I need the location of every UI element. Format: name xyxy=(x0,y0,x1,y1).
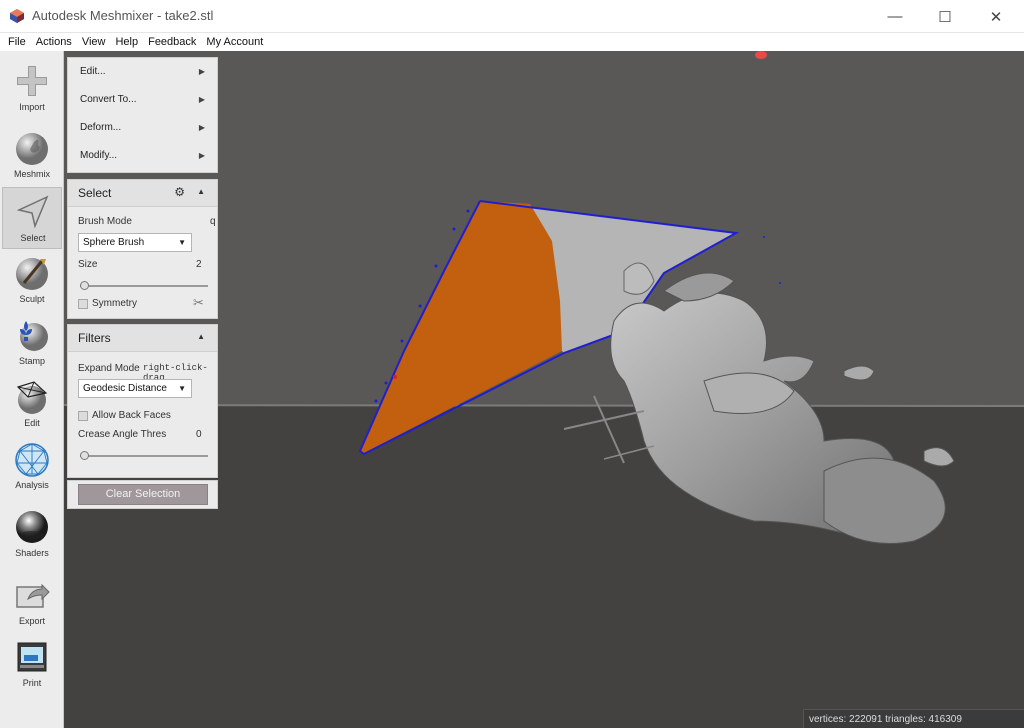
chevron-down-icon: ▼ xyxy=(178,238,186,247)
meshmixer-logo-icon xyxy=(10,9,24,23)
menu-deform[interactable]: Deform... ▶ xyxy=(68,114,217,142)
pivot-marker xyxy=(755,51,767,59)
symmetry-label: Symmetry xyxy=(92,298,137,309)
menu-help[interactable]: Help xyxy=(110,33,143,51)
submenu-arrow-icon: ▶ xyxy=(198,123,205,132)
tool-sculpt-label: Sculpt xyxy=(19,294,45,304)
collapse-icon[interactable]: ▲ xyxy=(197,187,205,196)
printer-icon xyxy=(17,642,47,672)
tool-print-label: Print xyxy=(22,678,42,688)
menu-file[interactable]: File xyxy=(3,33,31,51)
size-label: Size xyxy=(78,259,98,270)
maximize-button[interactable]: ☐ xyxy=(922,0,968,33)
title-bar: Autodesk Meshmixer - take2.stl — ☐ ✕ xyxy=(0,0,1024,33)
allow-back-faces-checkbox[interactable] xyxy=(78,411,88,421)
collapse-icon[interactable]: ▲ xyxy=(197,332,205,341)
selection-seed-point xyxy=(393,375,397,379)
bunny-sphere-icon xyxy=(16,133,48,165)
tool-analysis-label: Analysis xyxy=(15,480,49,490)
plus-icon xyxy=(17,66,47,96)
menu-view[interactable]: View xyxy=(77,33,111,51)
size-slider-thumb[interactable] xyxy=(80,281,89,290)
mesh-stats: vertices: 222091 triangles: 416309 xyxy=(803,709,1024,728)
gear-icon[interactable]: ⚙ xyxy=(174,185,185,199)
chevron-down-icon: ▼ xyxy=(178,384,186,393)
menu-edit-label: Edit... xyxy=(80,66,106,77)
wireframe-sphere-icon xyxy=(16,381,48,414)
menu-convert-label: Convert To... xyxy=(80,94,137,105)
brush-mode-dropdown[interactable]: Sphere Brush ▼ xyxy=(78,233,192,252)
menu-edit[interactable]: Edit... ▶ xyxy=(68,58,217,86)
menu-my-account[interactable]: My Account xyxy=(201,33,268,51)
menu-deform-label: Deform... xyxy=(80,122,122,133)
arrow-cursor-icon xyxy=(16,195,49,229)
tool-import-label: Import xyxy=(19,102,45,112)
tool-edit[interactable]: Edit xyxy=(2,373,62,435)
tool-select-label: Select xyxy=(20,233,46,243)
submenu-arrow-icon: ▶ xyxy=(198,95,205,104)
crease-angle-slider[interactable] xyxy=(80,451,208,460)
size-slider[interactable] xyxy=(80,281,208,290)
allow-back-faces-label: Allow Back Faces xyxy=(92,410,171,421)
tool-shaders[interactable]: Shaders xyxy=(2,503,62,565)
tool-meshmix[interactable]: Meshmix xyxy=(2,124,62,186)
window-title: Autodesk Meshmixer - take2.stl xyxy=(32,8,214,23)
expand-mode-label: Expand Mode xyxy=(78,363,140,374)
tool-meshmix-label: Meshmix xyxy=(13,169,50,179)
tool-stamp[interactable]: Stamp xyxy=(2,311,62,373)
expand-mode-value: Geodesic Distance xyxy=(83,383,167,394)
tool-print[interactable]: Print xyxy=(2,633,62,695)
tool-sculpt[interactable]: Sculpt xyxy=(2,249,62,311)
brush-mode-label: Brush Mode xyxy=(78,216,132,227)
select-panel: Select ⚙ ▲ Brush Mode q Sphere Brush ▼ S… xyxy=(67,179,218,319)
menu-modify-label: Modify... xyxy=(80,150,118,161)
tool-export-label: Export xyxy=(18,616,45,626)
expand-mode-dropdown[interactable]: Geodesic Distance ▼ xyxy=(78,379,192,398)
fleur-stamp-icon xyxy=(20,321,48,351)
tool-select[interactable]: Select xyxy=(2,187,62,249)
brush-mode-value: Sphere Brush xyxy=(83,237,145,248)
menu-feedback[interactable]: Feedback xyxy=(143,33,201,51)
submenu-arrow-icon: ▶ xyxy=(198,67,205,76)
brush-mode-hotkey: q xyxy=(210,216,216,227)
clear-selection-panel: Clear Selection xyxy=(67,480,218,509)
filters-panel-header[interactable]: Filters ▲ xyxy=(68,325,217,352)
tool-stamp-label: Stamp xyxy=(18,356,45,366)
menu-bar: File Actions View Help Feedback My Accou… xyxy=(0,33,1024,51)
menu-modify[interactable]: Modify... ▶ xyxy=(68,142,217,170)
export-folder-icon xyxy=(16,583,50,608)
wrench-icon[interactable]: ✂ xyxy=(193,295,204,311)
brush-icon xyxy=(16,258,48,290)
size-value: 2 xyxy=(196,259,202,270)
mesh-sphere-icon xyxy=(15,443,49,477)
crease-angle-value: 0 xyxy=(196,429,202,440)
action-menu-panel: Edit... ▶ Convert To... ▶ Deform... ▶ Modif… xyxy=(67,57,218,173)
close-button[interactable]: ✕ xyxy=(973,0,1019,33)
filters-panel-title: Filters xyxy=(78,331,111,345)
select-panel-title: Select xyxy=(78,186,112,200)
menu-convert-to[interactable]: Convert To... ▶ xyxy=(68,86,217,114)
minimize-button[interactable]: — xyxy=(872,0,918,33)
submenu-arrow-icon: ▶ xyxy=(198,151,205,160)
tool-import[interactable]: Import xyxy=(2,57,62,119)
filters-panel: Filters ▲ Expand Mode right-click-drag G… xyxy=(67,324,218,478)
crease-angle-slider-thumb[interactable] xyxy=(80,451,89,460)
menu-actions[interactable]: Actions xyxy=(31,33,77,51)
tool-edit-label: Edit xyxy=(24,418,40,428)
symmetry-checkbox[interactable] xyxy=(78,299,88,309)
chrome-sphere-icon xyxy=(16,511,48,543)
clear-selection-button[interactable]: Clear Selection xyxy=(78,484,208,505)
crease-angle-label: Crease Angle Thres xyxy=(78,429,167,440)
tool-sidebar: Import Meshmix Select Sculpt Stamp Edit … xyxy=(0,51,64,728)
tool-export[interactable]: Export xyxy=(2,571,62,633)
tool-shaders-label: Shaders xyxy=(15,548,49,558)
select-panel-header[interactable]: Select ⚙ ▲ xyxy=(68,180,217,207)
tool-analysis[interactable]: Analysis xyxy=(2,435,62,497)
